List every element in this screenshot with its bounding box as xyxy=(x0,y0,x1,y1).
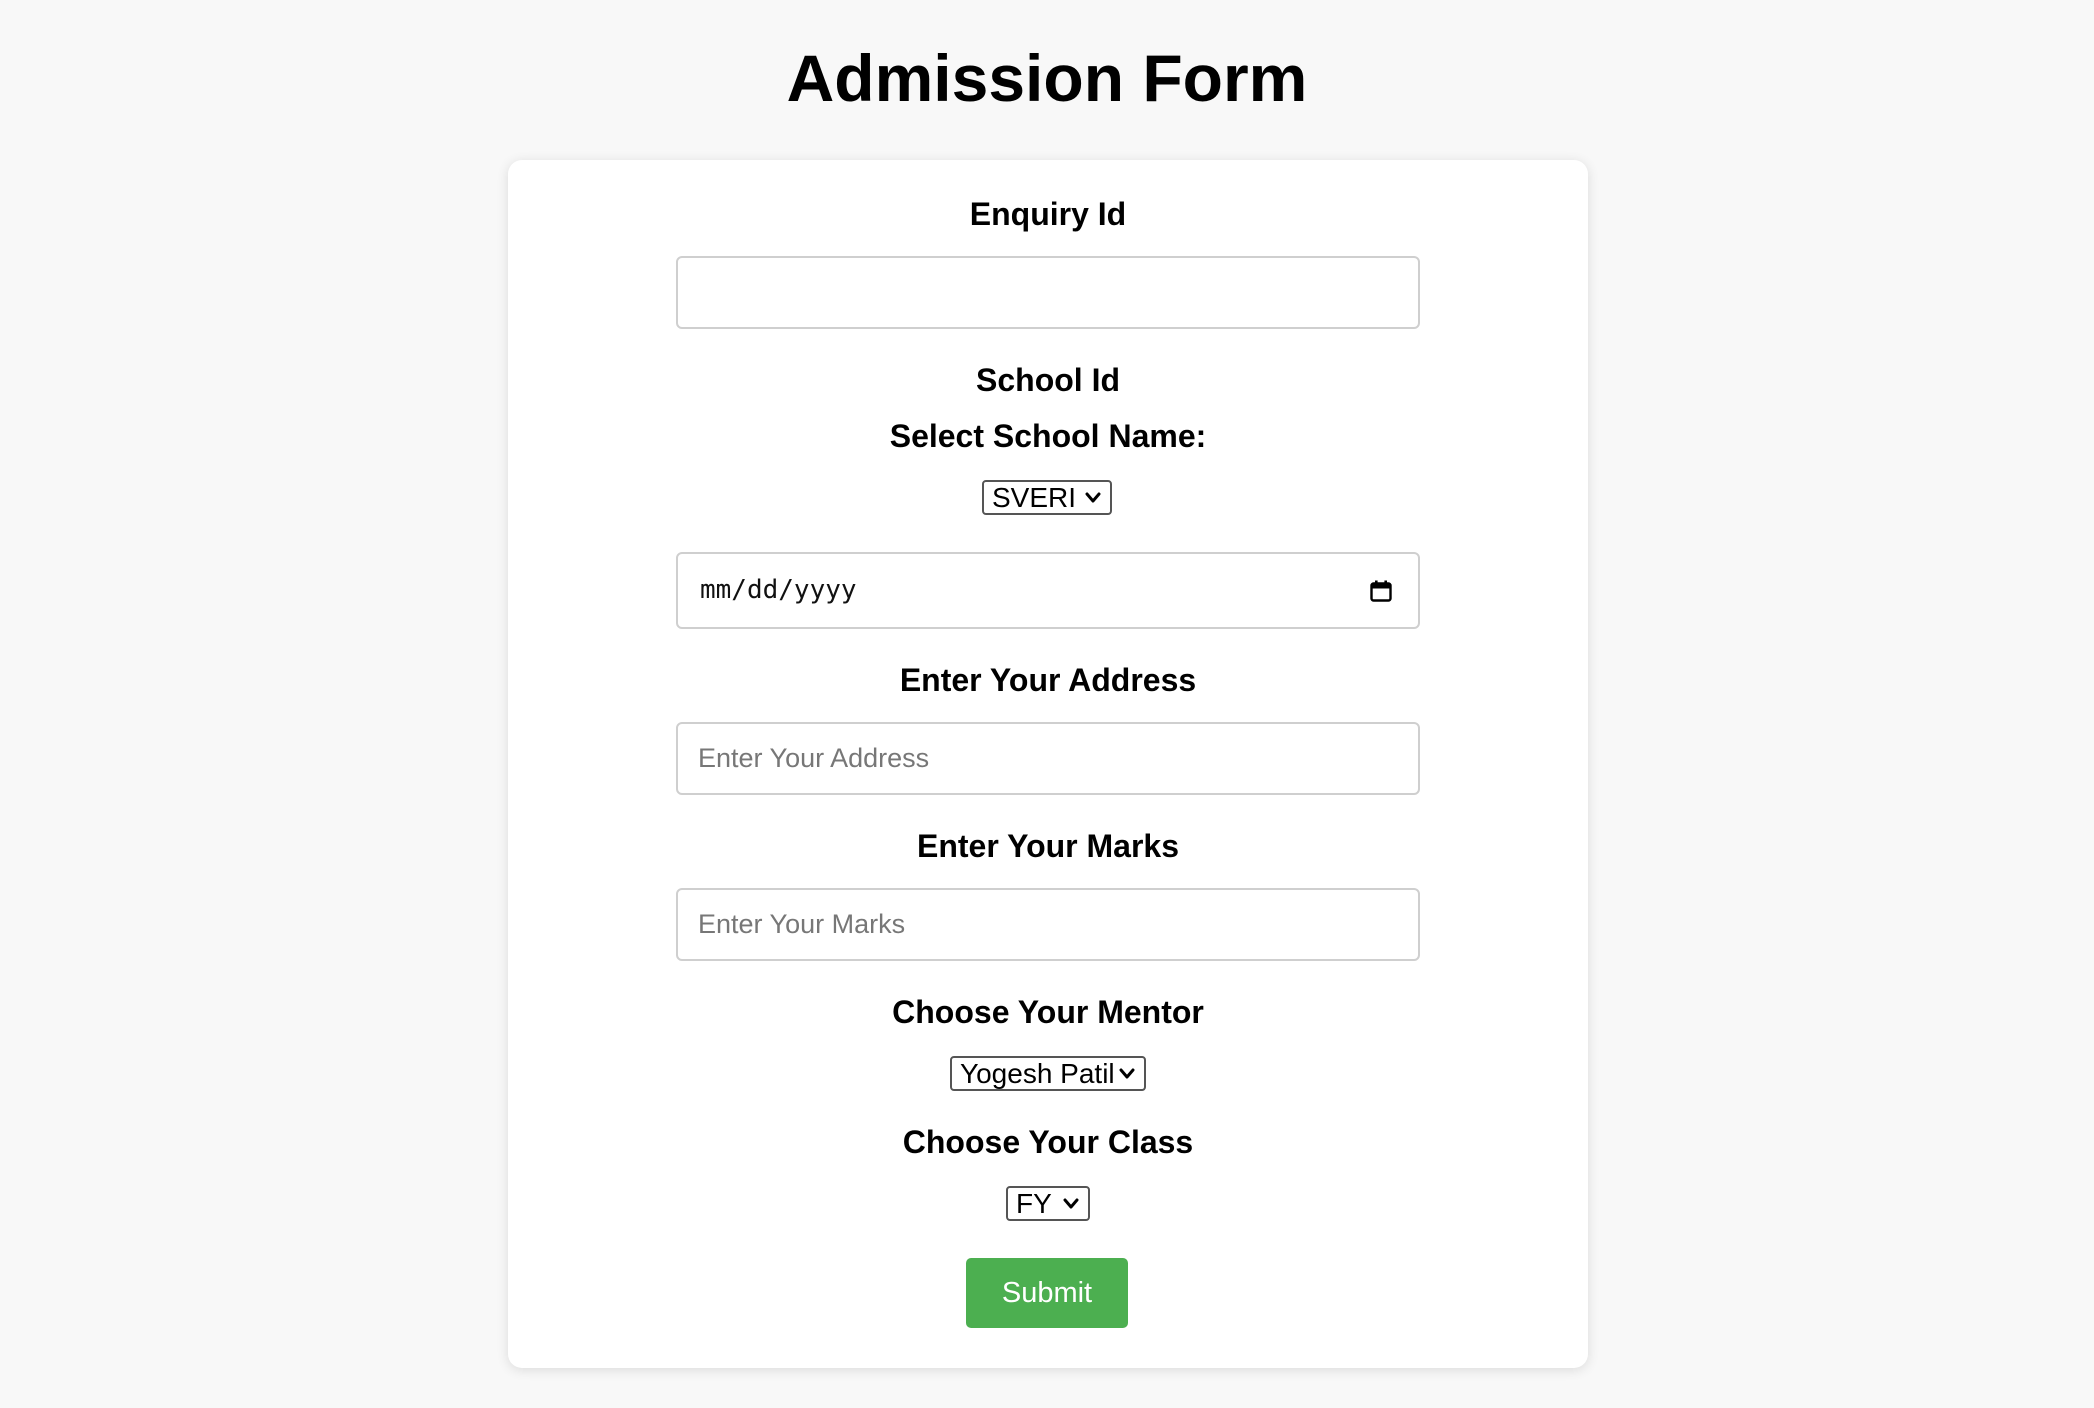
submit-button[interactable]: Submit xyxy=(966,1258,1128,1328)
date-input[interactable]: mm/dd/yyyy xyxy=(676,552,1420,629)
mentor-select[interactable]: Yogesh Patil xyxy=(950,1056,1146,1091)
chevron-down-icon xyxy=(1085,492,1101,503)
calendar-icon[interactable] xyxy=(1370,580,1392,602)
address-label: Enter Your Address xyxy=(899,662,1197,698)
mentor-label: Choose Your Mentor xyxy=(892,994,1204,1030)
enquiry-id-label: Enquiry Id xyxy=(969,196,1127,232)
marks-input[interactable] xyxy=(676,888,1420,961)
marks-label: Enter Your Marks xyxy=(916,828,1179,864)
page-title: Admission Form xyxy=(786,41,1308,115)
school-id-label: School Id xyxy=(976,362,1120,398)
chevron-down-icon xyxy=(1063,1198,1079,1209)
enquiry-id-input[interactable] xyxy=(676,256,1420,329)
admission-form: Enquiry Id School Id Select School Name:… xyxy=(508,160,1588,1368)
school-name-label: Select School Name: xyxy=(889,418,1207,454)
class-select[interactable]: FY xyxy=(1006,1186,1090,1221)
mentor-selected-value: Yogesh Patil xyxy=(960,1058,1115,1089)
date-placeholder: mm/dd/yyyy xyxy=(700,575,857,605)
school-name-selected-value: SVERI xyxy=(992,482,1077,513)
class-selected-value: FY xyxy=(1016,1188,1052,1219)
class-label: Choose Your Class xyxy=(902,1124,1194,1160)
chevron-down-icon xyxy=(1119,1068,1135,1079)
address-input[interactable] xyxy=(676,722,1420,795)
school-name-select[interactable]: SVERI xyxy=(982,480,1112,515)
